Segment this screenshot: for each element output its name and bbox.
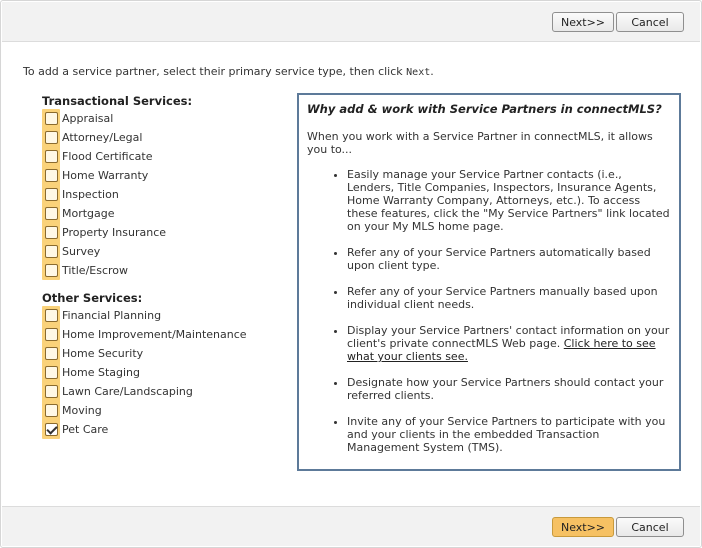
intro-sentence: To add a service partner, select their p… <box>23 65 407 78</box>
benefit-text: Refer any of your Service Partners manua… <box>347 285 658 311</box>
service-label[interactable]: Attorney/Legal <box>62 131 142 144</box>
service-checkbox[interactable] <box>45 423 58 436</box>
cancel-button-top[interactable]: Cancel <box>616 12 684 32</box>
benefit-text: Refer any of your Service Partners autom… <box>347 246 651 272</box>
service-checkbox[interactable] <box>45 404 58 417</box>
info-panel: Why add & work with Service Partners in … <box>297 93 681 471</box>
benefits-list: Easily manage your Service Partner conta… <box>307 168 671 454</box>
benefit-item: Easily manage your Service Partner conta… <box>347 168 671 233</box>
other-services-section: Other Services: Financial Planning Home I… <box>42 290 247 439</box>
transactional-services-section: Transactional Services: Appraisal Attorne… <box>42 93 192 280</box>
intro-period: . <box>430 65 434 78</box>
service-label[interactable]: Home Warranty <box>62 169 148 182</box>
service-label[interactable]: Mortgage <box>62 207 115 220</box>
service-option-survey[interactable]: Survey <box>42 242 192 261</box>
intro-text: To add a service partner, select their p… <box>23 65 434 78</box>
service-option-appraisal[interactable]: Appraisal <box>42 109 192 128</box>
service-checkbox[interactable] <box>45 264 58 277</box>
service-checkbox[interactable] <box>45 131 58 144</box>
benefit-item: Display your Service Partners' contact i… <box>347 324 671 363</box>
service-checkbox[interactable] <box>45 366 58 379</box>
service-label[interactable]: Moving <box>62 404 102 417</box>
service-label[interactable]: Home Improvement/Maintenance <box>62 328 247 341</box>
benefit-item: Invite any of your Service Partners to p… <box>347 415 671 454</box>
service-option-home-warranty[interactable]: Home Warranty <box>42 166 192 185</box>
service-option-home-security[interactable]: Home Security <box>42 344 247 363</box>
next-button-top[interactable]: Next>> <box>552 12 614 32</box>
service-option-mortgage[interactable]: Mortgage <box>42 204 192 223</box>
service-option-home-improvement-maintenance[interactable]: Home Improvement/Maintenance <box>42 325 247 344</box>
service-option-financial-planning[interactable]: Financial Planning <box>42 306 247 325</box>
service-checkbox[interactable] <box>45 245 58 258</box>
service-label[interactable]: Survey <box>62 245 100 258</box>
transactional-list: Appraisal Attorney/Legal Flood Certificate… <box>42 109 192 280</box>
service-checkbox[interactable] <box>45 309 58 322</box>
service-option-title-escrow[interactable]: Title/Escrow <box>42 261 192 280</box>
service-label[interactable]: Home Staging <box>62 366 140 379</box>
service-label[interactable]: Title/Escrow <box>62 264 128 277</box>
service-option-lawn-care-landscaping[interactable]: Lawn Care/Landscaping <box>42 382 247 401</box>
service-label[interactable]: Lawn Care/Landscaping <box>62 385 193 398</box>
service-checkbox[interactable] <box>45 112 58 125</box>
panel-intro: When you work with a Service Partner in … <box>307 130 653 156</box>
panel-title: Why add & work with Service Partners in … <box>307 102 662 116</box>
service-checkbox[interactable] <box>45 385 58 398</box>
service-checkbox[interactable] <box>45 328 58 341</box>
service-label[interactable]: Property Insurance <box>62 226 166 239</box>
service-label[interactable]: Appraisal <box>62 112 113 125</box>
next-button-bottom[interactable]: Next>> <box>552 517 614 537</box>
benefit-text: Easily manage your Service Partner conta… <box>347 168 670 233</box>
service-option-home-staging[interactable]: Home Staging <box>42 363 247 382</box>
service-option-attorney-legal[interactable]: Attorney/Legal <box>42 128 192 147</box>
dialog-frame: Next>> Cancel To add a service partner, … <box>0 0 702 548</box>
service-checkbox[interactable] <box>45 226 58 239</box>
service-label[interactable]: Home Security <box>62 347 143 360</box>
service-checkbox[interactable] <box>45 150 58 163</box>
service-label[interactable]: Pet Care <box>62 423 108 436</box>
cancel-button-bottom[interactable]: Cancel <box>616 517 684 537</box>
bottom-button-bar: Next>> Cancel <box>2 506 700 546</box>
service-checkbox[interactable] <box>45 169 58 182</box>
service-checkbox[interactable] <box>45 347 58 360</box>
benefit-item: Refer any of your Service Partners manua… <box>347 285 671 311</box>
intro-next-word: Next <box>406 67 431 78</box>
service-option-pet-care[interactable]: Pet Care <box>42 420 247 439</box>
benefit-item: Designate how your Service Partners shou… <box>347 376 671 402</box>
benefit-item: Refer any of your Service Partners autom… <box>347 246 671 272</box>
service-label[interactable]: Inspection <box>62 188 119 201</box>
service-option-inspection[interactable]: Inspection <box>42 185 192 204</box>
service-checkbox[interactable] <box>45 207 58 220</box>
top-button-bar: Next>> Cancel <box>2 2 700 42</box>
other-heading: Other Services: <box>42 291 143 305</box>
benefit-text: Invite any of your Service Partners to p… <box>347 415 666 454</box>
service-option-moving[interactable]: Moving <box>42 401 247 420</box>
service-checkbox[interactable] <box>45 188 58 201</box>
service-option-property-insurance[interactable]: Property Insurance <box>42 223 192 242</box>
benefit-text: Designate how your Service Partners shou… <box>347 376 664 402</box>
service-label[interactable]: Financial Planning <box>62 309 161 322</box>
service-label[interactable]: Flood Certificate <box>62 150 152 163</box>
other-list: Financial Planning Home Improvement/Maint… <box>42 306 247 439</box>
transactional-heading: Transactional Services: <box>42 94 193 108</box>
service-option-flood-certificate[interactable]: Flood Certificate <box>42 147 192 166</box>
